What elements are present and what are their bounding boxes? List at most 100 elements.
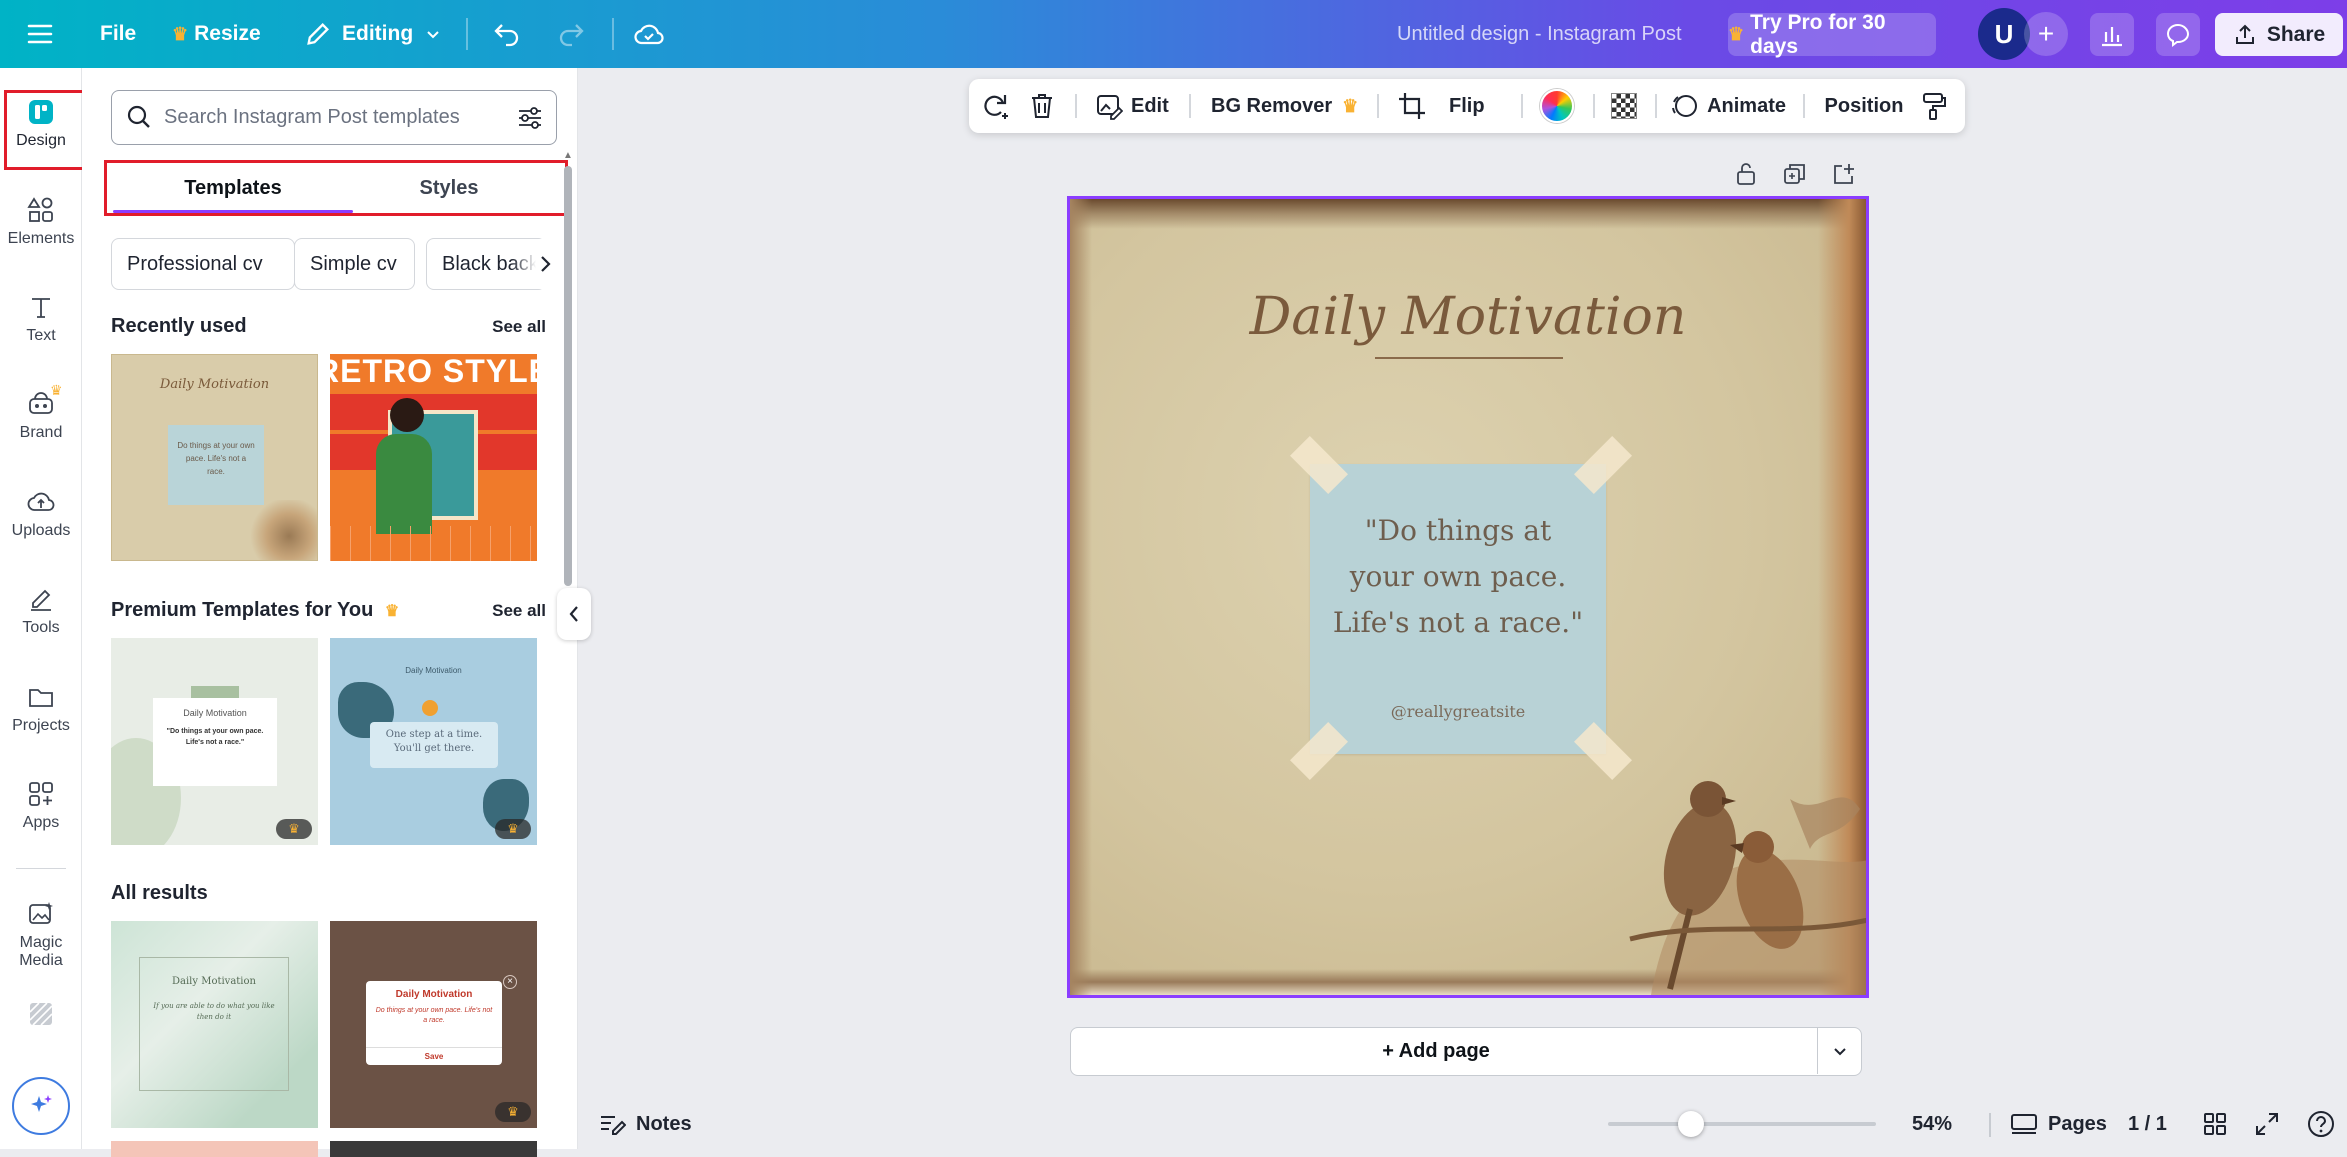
- share-button[interactable]: Share: [2215, 13, 2343, 56]
- panel-scrollbar[interactable]: ▲: [562, 150, 574, 1150]
- editing-dropdown[interactable]: Editing: [304, 0, 443, 68]
- tab-templates[interactable]: Templates: [113, 163, 353, 213]
- pencil-icon: [304, 20, 332, 48]
- tab-styles[interactable]: Styles: [329, 163, 569, 213]
- add-page-label: + Add page: [1382, 1040, 1490, 1063]
- quote-note[interactable]: "Do things at your own pace. Life's not …: [1310, 464, 1606, 754]
- editing-label: Editing: [342, 22, 413, 46]
- premium-2-title: Daily Motivation: [330, 666, 537, 675]
- chip-scroll-right-icon[interactable]: [512, 239, 552, 289]
- sparkle-icon: [27, 1092, 55, 1120]
- quote-line-2: your own pace.: [1310, 554, 1606, 600]
- rail-item-uploads[interactable]: Uploads: [0, 488, 82, 540]
- search-input[interactable]: Search Instagram Post templates: [111, 90, 557, 145]
- template-thumb-retro-style[interactable]: RETRO STYLE: [330, 354, 537, 561]
- rail-item-pattern[interactable]: [0, 1000, 82, 1034]
- help-icon[interactable]: [2306, 1099, 2336, 1149]
- add-page-icon[interactable]: [1832, 162, 1856, 191]
- redo-icon[interactable]: [556, 0, 586, 68]
- design-title[interactable]: Daily Motivation: [1070, 287, 1866, 347]
- rail-item-brand[interactable]: ♛ Brand: [0, 390, 82, 442]
- add-page-button[interactable]: + Add page: [1070, 1027, 1862, 1076]
- resize-label: Resize: [194, 22, 261, 46]
- try-pro-button[interactable]: ♛Try Pro for 30 days: [1728, 13, 1936, 56]
- title-underline: [1375, 357, 1563, 359]
- scroll-up-icon[interactable]: ▲: [563, 150, 573, 161]
- rail-divider: [16, 868, 66, 869]
- avatar[interactable]: U: [1978, 8, 2030, 60]
- rail-item-tools[interactable]: Tools: [0, 585, 82, 637]
- animate-label: Animate: [1707, 95, 1786, 118]
- shapes-icon: [27, 196, 55, 224]
- template-thumb-daily-motivation[interactable]: Daily Motivation Do things at your own p…: [111, 354, 318, 561]
- design-icon: [27, 98, 55, 126]
- rail-item-elements[interactable]: Elements: [0, 196, 82, 248]
- duplicate-page-icon[interactable]: [1783, 162, 1807, 191]
- document-title[interactable]: Untitled design - Instagram Post: [1397, 0, 1682, 68]
- animate-button[interactable]: Animate: [1654, 79, 1786, 133]
- scrollbar-thumb[interactable]: [564, 166, 572, 586]
- template-thumb-all-2[interactable]: Daily Motivation Do things at your own p…: [330, 921, 537, 1128]
- rail-label-elements: Elements: [8, 230, 75, 247]
- rail-item-design[interactable]: Design: [0, 98, 82, 150]
- rail-item-text[interactable]: Text: [0, 293, 82, 345]
- rail-item-magic-media[interactable]: Magic Media: [0, 900, 86, 970]
- rail-label-uploads: Uploads: [12, 522, 71, 539]
- rail-item-projects[interactable]: Projects: [0, 683, 82, 735]
- cloud-sync-icon[interactable]: [633, 0, 665, 68]
- chip-simple-cv[interactable]: Simple cv: [294, 238, 415, 290]
- replace-icon[interactable]: [979, 79, 1011, 133]
- templates-panel: Search Instagram Post templates Template…: [82, 68, 578, 1149]
- fullscreen-icon[interactable]: [2254, 1099, 2280, 1149]
- chevron-left-icon: [568, 604, 580, 624]
- zoom-slider[interactable]: [1608, 1099, 1876, 1149]
- template-thumb-premium-2[interactable]: Daily Motivation One step at a time. You…: [330, 638, 537, 845]
- premium-title: Premium Templates for You: [111, 599, 373, 621]
- zoom-knob[interactable]: [1678, 1111, 1704, 1137]
- template-thumb-all-3[interactable]: [111, 1141, 318, 1157]
- page-counter: 1 / 1: [2128, 1099, 2167, 1149]
- see-all-premium[interactable]: See all: [492, 601, 546, 621]
- chip-professional-cv[interactable]: Professional cv: [111, 238, 295, 290]
- trash-icon[interactable]: [1029, 79, 1055, 133]
- design-handle: @reallygreatsite: [1310, 702, 1606, 721]
- template-thumb-all-4[interactable]: [330, 1141, 537, 1157]
- paint-format-icon[interactable]: [1921, 79, 1947, 133]
- search-icon: [126, 104, 152, 130]
- add-page-dropdown[interactable]: [1817, 1028, 1861, 1074]
- resize-button[interactable]: ♛Resize: [172, 0, 261, 68]
- transparency-icon[interactable]: [1588, 79, 1660, 133]
- quote-text: "Do things at your own pace. Life's not …: [1310, 508, 1606, 646]
- undo-icon[interactable]: [492, 0, 522, 68]
- lock-icon[interactable]: [1735, 162, 1757, 191]
- notes-button[interactable]: Notes: [598, 1099, 692, 1149]
- top-bar: File ♛Resize Editing Untitled design - I…: [0, 0, 2347, 68]
- insights-icon[interactable]: [2090, 13, 2134, 56]
- see-all-recent[interactable]: See all: [492, 317, 546, 337]
- template-thumb-all-1[interactable]: Daily Motivation If you are able to do w…: [111, 921, 318, 1128]
- color-wheel-icon[interactable]: [1540, 79, 1574, 133]
- zoom-level[interactable]: 54%: [1912, 1099, 1952, 1149]
- grid-view-icon[interactable]: [2202, 1099, 2228, 1149]
- bg-remover-button[interactable]: BG Remover♛: [1211, 79, 1364, 133]
- all-1-quote: If you are able to do what you like then…: [150, 1001, 278, 1023]
- edit-image-button[interactable]: Edit: [1095, 79, 1169, 133]
- pages-button[interactable]: Pages: [2010, 1099, 2107, 1149]
- rail-label-text: Text: [26, 327, 55, 344]
- file-menu[interactable]: File: [100, 0, 136, 68]
- rail-item-apps[interactable]: Apps: [0, 780, 82, 832]
- flip-button[interactable]: Flip: [1449, 79, 1485, 133]
- crop-icon[interactable]: [1397, 79, 1427, 133]
- retro-title: RETRO STYLE: [330, 354, 537, 388]
- position-button[interactable]: Position: [1809, 79, 1919, 133]
- menu-icon[interactable]: [26, 0, 54, 68]
- add-collaborator-icon[interactable]: +: [2024, 12, 2068, 56]
- comment-icon[interactable]: [2156, 13, 2200, 56]
- filter-sliders-icon[interactable]: [516, 104, 544, 132]
- premium-1-title: Daily Motivation: [161, 708, 269, 718]
- design-canvas[interactable]: Daily Motivation "Do things at your own …: [1067, 196, 1869, 998]
- collapse-panel-button[interactable]: [557, 588, 591, 640]
- magic-assistant-button[interactable]: [12, 1077, 70, 1135]
- template-thumb-premium-1[interactable]: Daily Motivation "Do things at your own …: [111, 638, 318, 845]
- left-rail: Design Elements Text ♛ Brand Uploads Too…: [0, 68, 82, 1149]
